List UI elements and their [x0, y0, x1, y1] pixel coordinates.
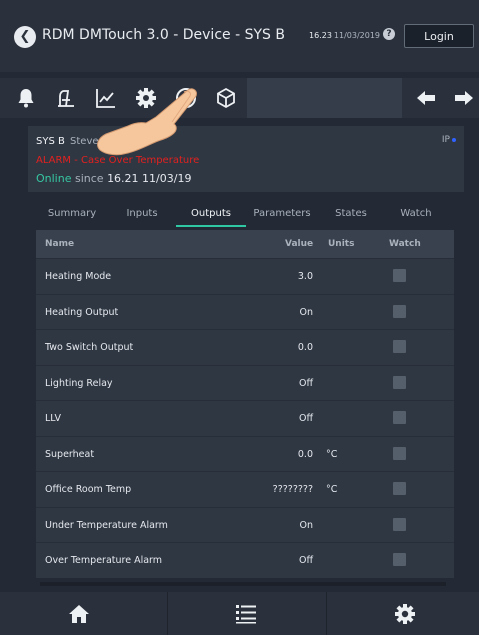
record-icon[interactable]: [174, 86, 198, 110]
cube-icon[interactable]: [214, 86, 238, 110]
row-name: Heating Output: [45, 306, 119, 318]
toolbar-spacer: [247, 78, 402, 118]
device-panel: SYS B Steves Test IP ALARM - Case Over T…: [28, 126, 464, 192]
bottom-nav: [0, 592, 479, 635]
row-value: Off: [298, 413, 313, 424]
table-row: Over Temperature Alarm Off: [36, 542, 454, 578]
header-units: Units: [328, 239, 355, 249]
row-value: Off: [298, 377, 313, 389]
row-name: Under Temperature Alarm: [45, 519, 168, 531]
table-scroll-track: [40, 582, 446, 586]
table-row: Heating Output On: [36, 293, 454, 330]
watch-checkbox[interactable]: [393, 269, 406, 282]
chart-icon[interactable]: [94, 86, 118, 110]
clock: 16.23 11/03/2019: [309, 31, 380, 40]
row-name: Lighting Relay: [45, 377, 113, 389]
row-name: Two Switch Output: [45, 342, 134, 353]
home-button[interactable]: [0, 592, 160, 635]
watch-checkbox[interactable]: [393, 446, 406, 460]
header-name: Name: [45, 239, 75, 249]
watch-checkbox[interactable]: [393, 411, 406, 424]
tab-inputs[interactable]: Inputs: [108, 203, 176, 227]
status-label: Online: [36, 172, 72, 185]
watch-checkbox[interactable]: [393, 375, 406, 389]
row-name: Heating Mode: [45, 271, 112, 282]
row-name: LLV: [45, 413, 62, 424]
row-value: 3.0: [297, 271, 313, 282]
table-row: Superheat 0.0 °C: [36, 435, 454, 472]
row-value: 0.0: [297, 342, 313, 353]
row-name: Office Room Temp: [45, 484, 132, 495]
row-unit: °C: [326, 484, 338, 495]
login-button[interactable]: Login: [404, 24, 474, 48]
row-unit: °C: [326, 448, 338, 460]
row-value: ????????: [272, 484, 313, 495]
settings-button[interactable]: [326, 592, 479, 635]
row-value: Off: [298, 555, 313, 566]
settings-icon: [395, 604, 415, 624]
list-icon: [236, 605, 256, 624]
home-icon: [69, 605, 89, 623]
header-watch: Watch: [389, 239, 421, 249]
bell-icon[interactable]: [14, 86, 38, 110]
watch-checkbox[interactable]: [393, 553, 406, 566]
app-title: RDM DMTouch 3.0 - Device - SYS B: [42, 27, 285, 43]
tab-states[interactable]: States: [318, 203, 384, 227]
table-row: Office Room Temp???????? °C: [36, 471, 454, 507]
row-value: 0.0: [297, 448, 313, 460]
row-value: On: [299, 519, 314, 531]
table-row: Two Switch Output 0.0: [36, 329, 454, 365]
device-id: SYS B: [36, 136, 65, 147]
watch-checkbox[interactable]: [393, 304, 406, 318]
outputs-table: Name Value Units Watch Heating Mode 3.0 He…: [36, 230, 454, 578]
alarm-text: ALARM - Case Over Temperature: [36, 155, 200, 166]
tab-watch[interactable]: Watch: [384, 203, 448, 227]
table-header: Name Value Units Watch: [36, 230, 454, 258]
tab-summary[interactable]: Summary: [36, 203, 108, 227]
help-button[interactable]: ?: [383, 28, 395, 40]
online-status: Online since 16.21 11/03/19: [36, 172, 191, 185]
header-value: Value: [285, 239, 314, 249]
row-name: Over Temperature Alarm: [45, 555, 163, 566]
arrow-right-icon[interactable]: [452, 86, 476, 110]
title-bar: ❮ RDM DMTouch 3.0 - Device - SYS B 16.23…: [0, 0, 479, 72]
list-button[interactable]: [167, 592, 327, 635]
tab-bar: Summary Inputs Outputs Parameters States…: [36, 203, 448, 227]
table-row: Under Temperature Alarm On: [36, 506, 454, 543]
watch-checkbox[interactable]: [393, 340, 406, 353]
ip-label: IP: [441, 135, 450, 145]
since-value: 16.21 11/03/19: [107, 172, 192, 185]
watch-checkbox[interactable]: [393, 517, 406, 531]
device-description: Steves Test: [70, 136, 127, 147]
device-name: SYS B Steves Test: [36, 136, 127, 147]
clock-date: 11/03/2019: [333, 31, 381, 40]
table-row: LLV Off: [36, 400, 454, 436]
back-button[interactable]: ❮: [14, 26, 36, 48]
ip-indicator: IP: [442, 135, 456, 145]
table-row: Lighting Relay Off: [36, 364, 454, 401]
clock-time: 16.23: [309, 31, 332, 40]
ip-status-dot: [452, 137, 456, 142]
gear-icon[interactable]: [134, 86, 158, 110]
row-name: Superheat: [45, 448, 95, 460]
row-value: On: [299, 306, 314, 318]
arrow-left-icon[interactable]: [414, 86, 438, 110]
watch-checkbox[interactable]: [393, 482, 406, 495]
tab-parameters[interactable]: Parameters: [246, 203, 318, 227]
table-row: Heating Mode 3.0: [36, 258, 454, 294]
since-label: since: [74, 172, 104, 185]
gauge-icon[interactable]: [54, 86, 78, 110]
tab-outputs[interactable]: Outputs: [176, 203, 246, 227]
